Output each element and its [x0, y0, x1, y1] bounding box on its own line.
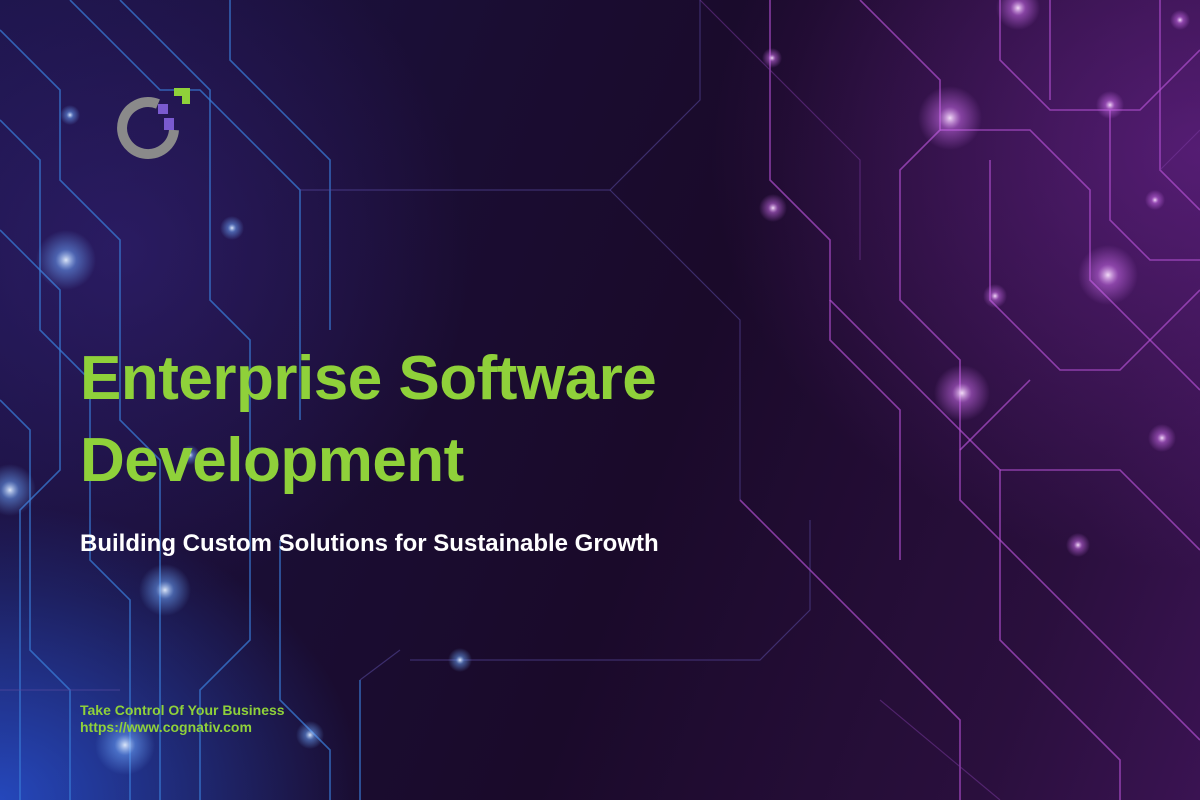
- subtitle: Building Custom Solutions for Sustainabl…: [80, 530, 659, 557]
- footer: Take Control Of Your Business https://ww…: [80, 702, 285, 736]
- cognativ-logo-icon: [117, 88, 190, 160]
- title-line-1: Enterprise Software: [80, 344, 657, 413]
- footer-url: https://www.cognativ.com: [80, 719, 252, 735]
- title-line-2: Development: [80, 426, 464, 495]
- hero-banner: Enterprise Software Development Building…: [0, 0, 1200, 800]
- footer-tagline: Take Control Of Your Business: [80, 702, 285, 718]
- page-title: Enterprise Software Development: [80, 338, 840, 502]
